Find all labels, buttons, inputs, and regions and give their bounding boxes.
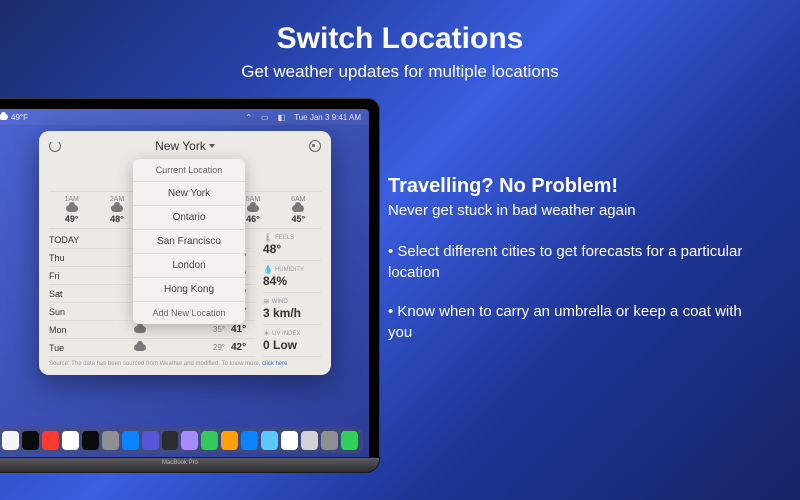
dock-app-icon[interactable] xyxy=(102,431,119,450)
footer-text: Source: The data has been sourced from W… xyxy=(49,361,262,367)
bullet-1: • Select different cities to get forecas… xyxy=(388,241,768,283)
dropdown-item-current[interactable]: Current Location xyxy=(133,159,245,182)
side-metrics: 🌡FEELS 48° 💧HUMIDITY 84% ≋WIND 3 km/h xyxy=(263,231,321,357)
dropdown-item-sanfrancisco[interactable]: San Francisco xyxy=(133,230,245,254)
marketing-copy: Travelling? No Problem! Never get stuck … xyxy=(388,175,768,361)
dock-app-icon[interactable] xyxy=(122,431,139,450)
humidity-box: 💧HUMIDITY 84% xyxy=(263,265,321,293)
sun-icon: ☀ xyxy=(263,329,270,338)
uv-value: 0 Low xyxy=(263,338,321,352)
marketing-sub: Never get stuck in bad weather again xyxy=(388,202,768,219)
uv-box: ☀UV INDEX 0 Low xyxy=(263,329,321,357)
laptop-frame: 49°F ⌃ ▭ ◧ Tue Jan 3 9:41 AM New York xyxy=(0,98,380,473)
uv-label: UV INDEX xyxy=(272,331,300,337)
location-dropdown: Current Location New York Ontario San Fr… xyxy=(133,159,245,324)
feels-label: FEELS xyxy=(275,235,294,241)
dock-app-icon[interactable] xyxy=(321,431,338,450)
dock xyxy=(0,427,363,453)
wifi-icon[interactable]: ⌃ xyxy=(245,113,252,122)
wind-label: WIND xyxy=(272,299,288,305)
dock-app-icon[interactable] xyxy=(201,431,218,450)
city-selector[interactable]: New York xyxy=(155,139,215,153)
humidity-value: 84% xyxy=(263,274,321,288)
dock-app-icon[interactable] xyxy=(281,431,298,450)
weather-widget: New York Current Location New York Ontar… xyxy=(39,131,331,375)
feels-box: 🌡FEELS 48° xyxy=(263,233,321,261)
dock-app-icon[interactable] xyxy=(2,431,19,450)
wind-icon: ≋ xyxy=(263,297,270,306)
dock-app-icon[interactable] xyxy=(261,431,278,450)
feels-value: 48° xyxy=(263,242,321,256)
city-label: New York xyxy=(155,139,206,153)
menubar-clock[interactable]: Tue Jan 3 9:41 AM xyxy=(294,113,361,122)
dock-app-icon[interactable] xyxy=(82,431,99,450)
thermometer-icon: 🌡 xyxy=(263,233,273,242)
refresh-icon[interactable] xyxy=(49,140,61,152)
dock-app-icon[interactable] xyxy=(241,431,258,450)
dock-app-icon[interactable] xyxy=(221,431,238,450)
widget-footer: Source: The data has been sourced from W… xyxy=(49,361,321,369)
gear-icon[interactable] xyxy=(309,140,321,152)
bullet-2: • Know when to carry an umbrella or keep… xyxy=(388,301,768,343)
menubar: 49°F ⌃ ▭ ◧ Tue Jan 3 9:41 AM xyxy=(0,109,369,125)
dock-app-icon[interactable] xyxy=(42,431,59,450)
hourly-cell: 1AM49° xyxy=(49,196,94,224)
menubar-temp: 49°F xyxy=(11,113,28,122)
dropdown-item-add[interactable]: Add New Location xyxy=(133,302,245,324)
page-title: Switch Locations xyxy=(0,22,800,56)
daily-row: Tue29°42° xyxy=(49,339,255,357)
hourly-cell: 6AM45° xyxy=(276,196,321,224)
dock-app-icon[interactable] xyxy=(301,431,318,450)
dock-app-icon[interactable] xyxy=(341,431,358,450)
control-center-icon[interactable]: ◧ xyxy=(278,113,286,122)
battery-icon[interactable]: ▭ xyxy=(261,113,269,122)
dock-app-icon[interactable] xyxy=(162,431,179,450)
dropdown-item-london[interactable]: London xyxy=(133,254,245,278)
cloud-icon xyxy=(134,326,146,333)
dropdown-item-hongkong[interactable]: Hong Kong xyxy=(133,278,245,302)
dock-app-icon[interactable] xyxy=(181,431,198,450)
dock-app-icon[interactable] xyxy=(62,431,79,450)
laptop-model: MacBook Pro xyxy=(162,460,198,466)
humidity-label: HUMIDITY xyxy=(275,267,304,273)
dropdown-item-newyork[interactable]: New York xyxy=(133,182,245,206)
cloud-icon xyxy=(292,205,304,212)
dock-app-icon[interactable] xyxy=(142,431,159,450)
chevron-down-icon xyxy=(209,144,215,148)
dropdown-item-ontario[interactable]: Ontario xyxy=(133,206,245,230)
droplet-icon: 💧 xyxy=(263,265,273,274)
wind-value: 3 km/h xyxy=(263,306,321,320)
footer-link[interactable]: click here xyxy=(262,361,287,367)
page-subtitle: Get weather updates for multiple locatio… xyxy=(0,62,800,82)
menubar-weather[interactable]: 49°F xyxy=(0,113,28,122)
cloud-icon xyxy=(134,344,146,351)
cloud-icon xyxy=(111,205,123,212)
dock-app-icon[interactable] xyxy=(22,431,39,450)
cloud-icon xyxy=(0,114,8,120)
wind-box: ≋WIND 3 km/h xyxy=(263,297,321,325)
marketing-heading: Travelling? No Problem! xyxy=(388,175,768,198)
cloud-icon xyxy=(66,205,78,212)
cloud-icon xyxy=(247,205,259,212)
